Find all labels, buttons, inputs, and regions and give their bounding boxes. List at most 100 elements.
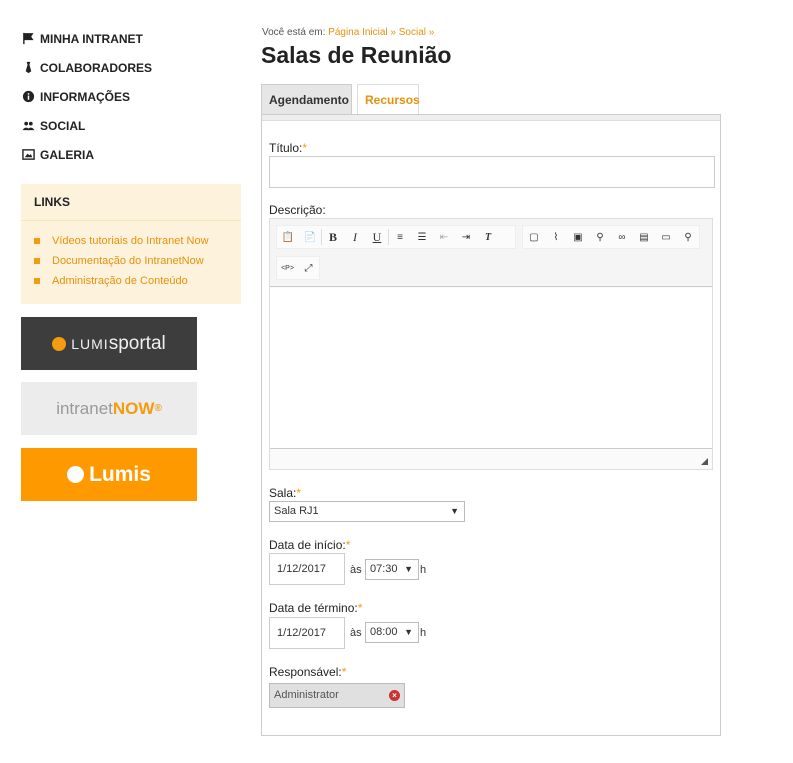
bullet-icon [34, 258, 40, 264]
as-label: às [350, 627, 362, 639]
inicio-label: Data de início:* [269, 538, 350, 552]
outdent-icon[interactable]: ⇤ [433, 226, 455, 248]
resize-handle-icon[interactable] [701, 458, 708, 465]
links-panel: LINKS Vídeos tutoriais do Intranet Now D… [21, 184, 241, 304]
sidebar-item-colaboradores[interactable]: COLABORADORES [21, 53, 197, 82]
preview-icon[interactable]: ▭ [655, 226, 677, 248]
lumis-banner[interactable]: Lumis [21, 448, 197, 501]
booking-form: Título:* Descrição: 📋 📄 B I U ≡ ☰ ⇤ ⇥ T … [261, 114, 721, 736]
breadcrumb-separator: » [390, 27, 396, 38]
flag-icon [21, 32, 35, 46]
lumisportal-banner[interactable]: LUMI sportal [21, 317, 197, 370]
sidebar-item-label: SOCIAL [40, 118, 86, 133]
responsavel-value: Administrator [274, 689, 339, 701]
link-icon[interactable]: ∞ [611, 226, 633, 248]
banner-text-lumis: Lumis [89, 462, 151, 486]
sala-select[interactable]: Sala RJ1 ▼ [269, 501, 465, 522]
inicio-time-value: 07:30 [370, 563, 398, 575]
sidebar-nav: MINHA INTRANET COLABORADORES INFORMAÇÕES… [21, 24, 197, 169]
italic-icon[interactable]: I [344, 226, 366, 248]
banner-text-sportal: sportal [108, 332, 166, 354]
tab-agendamento[interactable]: Agendamento [261, 84, 352, 114]
required-mark: * [345, 538, 351, 552]
sidebar-item-minha-intranet[interactable]: MINHA INTRANET [21, 24, 197, 53]
bold-icon[interactable]: B [322, 226, 344, 248]
inicio-date-input[interactable]: 1/12/2017 [269, 553, 345, 585]
intranetnow-banner[interactable]: intranet NOW ® [21, 382, 197, 435]
tabs: Agendamento Recursos [261, 84, 420, 114]
sidebar-item-label: GALERIA [40, 147, 94, 162]
remove-format-icon[interactable]: T [477, 226, 499, 248]
required-mark: * [302, 141, 308, 155]
titulo-label: Título:* [269, 141, 307, 155]
paste-icon[interactable]: 📋 [277, 226, 299, 248]
sala-label: Sala:* [269, 486, 301, 500]
editor-content-area[interactable] [270, 288, 712, 449]
maximize-icon[interactable]: ⤢ [298, 257, 319, 279]
banner-text-intranet: intranet [56, 398, 113, 418]
panel-topbar [262, 115, 720, 121]
replace-icon[interactable]: ⚲ [677, 226, 699, 248]
titulo-label-text: Título: [269, 141, 303, 155]
table-icon[interactable]: ▤ [633, 226, 655, 248]
termino-label: Data de término:* [269, 601, 362, 615]
breadcrumb-prefix: Você está em: [262, 27, 326, 38]
registered-icon: ® [154, 403, 162, 414]
toolbar-group-insert: ▢ ⌇ ▣ ⚲ ∞ ▤ ▭ ⚲ [522, 225, 700, 249]
hour-suffix: h [420, 627, 427, 639]
breadcrumb-social-link[interactable]: Social [399, 27, 426, 38]
link-administracao-conteudo[interactable]: Administração de Conteúdo [52, 275, 188, 287]
termino-date-input[interactable]: 1/12/2017 [269, 617, 345, 649]
hour-suffix: h [420, 564, 427, 576]
links-title: LINKS [21, 184, 241, 221]
responsavel-field[interactable]: Administrator × [269, 683, 405, 708]
sidebar-item-label: INFORMAÇÕES [40, 89, 130, 104]
banner-text-now: NOW [112, 398, 155, 418]
banner-text-lumi: LUMI [71, 335, 109, 352]
underline-icon[interactable]: U [366, 226, 388, 248]
tie-icon [21, 61, 35, 75]
bulleted-list-icon[interactable]: ☰ [411, 226, 433, 248]
inicio-label-text: Data de início: [269, 538, 346, 552]
clear-icon[interactable]: × [389, 690, 400, 701]
chevron-down-icon: ▼ [450, 506, 459, 516]
image-icon [21, 148, 35, 162]
find-icon[interactable]: ⚲ [589, 226, 611, 248]
descricao-label-text: Descrição: [269, 203, 326, 217]
paste-word-icon[interactable]: 📄 [299, 226, 321, 248]
people-icon [21, 119, 35, 133]
as-label: às [350, 564, 362, 576]
responsavel-label: Responsável:* [269, 665, 346, 679]
breadcrumb: Você está em: Página Inicial » Social » [262, 27, 434, 38]
sidebar-item-social[interactable]: SOCIAL [21, 111, 197, 140]
required-mark: * [296, 486, 302, 500]
numbered-list-icon[interactable]: ≡ [389, 226, 411, 248]
sidebar-item-informacoes[interactable]: INFORMAÇÕES [21, 82, 197, 111]
inicio-time-select[interactable]: 07:30 ▼ [365, 559, 419, 580]
breadcrumb-separator: » [428, 27, 435, 38]
termino-label-text: Data de término: [269, 601, 358, 615]
sidebar-item-galeria[interactable]: GALERIA [21, 140, 197, 169]
responsavel-label-text: Responsável: [269, 665, 342, 679]
paragraph-tag-icon[interactable]: <P> [277, 257, 298, 279]
lumis-logo-icon [52, 336, 67, 351]
tab-recursos[interactable]: Recursos [357, 84, 420, 114]
rich-text-editor: 📋 📄 B I U ≡ ☰ ⇤ ⇥ T ▢ ⌇ ▣ ⚲ ∞ ▤ ▭ ⚲ <P> … [269, 218, 713, 470]
toolbar-group-format: 📋 📄 B I U ≡ ☰ ⇤ ⇥ T [276, 225, 516, 249]
link-documentacao[interactable]: Documentação do IntranetNow [52, 255, 204, 267]
image-insert-icon[interactable]: ▣ [567, 226, 589, 248]
sidebar-item-label: MINHA INTRANET [40, 31, 143, 46]
required-mark: * [341, 665, 347, 679]
link-videos-tutoriais[interactable]: Vídeos tutoriais do Intranet Now [52, 235, 209, 247]
links-list: Vídeos tutoriais do Intranet Now Documen… [21, 221, 241, 291]
document-icon[interactable]: ▢ [523, 226, 545, 248]
indent-icon[interactable]: ⇥ [455, 226, 477, 248]
info-icon [21, 90, 35, 104]
breadcrumb-home-link[interactable]: Página Inicial [328, 27, 387, 38]
attachment-icon[interactable]: ⌇ [545, 226, 567, 248]
termino-time-select[interactable]: 08:00 ▼ [365, 622, 419, 643]
list-item: Vídeos tutoriais do Intranet Now [21, 231, 241, 251]
titulo-input[interactable] [269, 156, 715, 188]
list-item: Administração de Conteúdo [21, 271, 241, 291]
chevron-down-icon: ▼ [404, 564, 413, 574]
